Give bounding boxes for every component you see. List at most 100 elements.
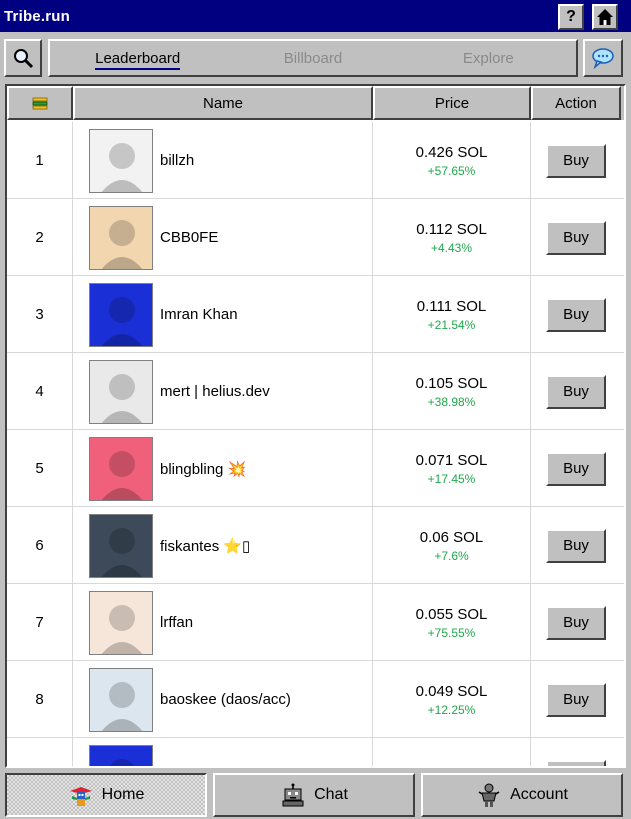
rank-cell: 6 [7, 507, 73, 584]
action-cell: Buy [531, 507, 621, 584]
bottom-nav: Home Chat Account [0, 770, 631, 819]
buy-button[interactable]: Buy [546, 220, 606, 255]
price-change: +57.65% [427, 163, 476, 178]
action-cell: Buy [531, 430, 621, 507]
rank-cell: 1 [7, 122, 73, 199]
rank-cell [7, 738, 73, 766]
buy-button[interactable]: Buy [546, 297, 606, 332]
bald-man-avatar [101, 373, 143, 423]
action-header[interactable]: Action [531, 86, 621, 120]
avatar[interactable] [89, 205, 153, 270]
price-change: +75.55% [427, 625, 476, 640]
price-value: 0.112 SOL [416, 220, 487, 238]
chat-tab-button[interactable]: Chat [213, 773, 415, 817]
table-header: Name Price Action [7, 86, 624, 120]
table-row[interactable]: 5 blingbling 💥 0.071 SOL +17.45% Buy [7, 430, 624, 507]
name-cell: lrffan [73, 584, 373, 661]
price-cell: 0.071 SOL +17.45% [373, 430, 531, 507]
rank-cell: 2 [7, 199, 73, 276]
table-row[interactable]: 3 Imran Khan 0.111 SOL +21.54% Buy [7, 276, 624, 353]
username[interactable]: mert | helius.dev [160, 383, 270, 400]
name-cell: CBB0FE [73, 199, 373, 276]
rank-cell: 4 [7, 353, 73, 430]
home-window-button[interactable] [592, 4, 618, 30]
avatar[interactable] [89, 436, 153, 501]
username[interactable]: billzh [160, 152, 194, 169]
cartoon-duo-avatar [101, 450, 143, 500]
price-value: 0.071 SOL [415, 451, 488, 469]
rank-cell: 5 [7, 430, 73, 507]
buy-button[interactable] [546, 759, 606, 766]
avatar[interactable] [89, 128, 153, 193]
price-change: +21.54% [427, 317, 476, 332]
help-button[interactable]: ? [558, 4, 584, 30]
tab-billboard[interactable]: Billboard [225, 50, 400, 67]
title-bar: Tribe.run ? [0, 0, 631, 34]
price-cell: 0.426 SOL +57.65% [373, 122, 531, 199]
avatar[interactable] [89, 590, 153, 655]
app-title: Tribe.run [4, 7, 70, 25]
house-icon [597, 9, 613, 25]
username[interactable]: fiskantes ⭐▯ [160, 537, 250, 555]
table-row[interactable]: 2 CBB0FE 0.112 SOL +4.43% Buy [7, 199, 624, 276]
price-change: +17.45% [427, 471, 476, 486]
price-cell: 0.06 SOL +7.6% [373, 507, 531, 584]
price-cell: 0.105 SOL +38.98% [373, 353, 531, 430]
username[interactable]: blingbling 💥 [160, 460, 246, 478]
tab-bar: Leaderboard Billboard Explore [48, 39, 578, 77]
avatar[interactable] [89, 513, 153, 578]
speech-bubble-icon [592, 48, 614, 69]
villain-avatar [101, 527, 143, 577]
table-row[interactable]: 7 lrffan 0.055 SOL +75.55% Buy [7, 584, 624, 661]
table-row[interactable]: 6 fiskantes ⭐▯ 0.06 SOL +7.6% Buy [7, 507, 624, 584]
girl-avatar [101, 681, 143, 731]
search-button[interactable] [4, 39, 42, 77]
tab-explore[interactable]: Explore [401, 50, 576, 67]
price-cell: 0.049 SOL +12.25% [373, 661, 531, 738]
help-icon: ? [566, 8, 576, 25]
buy-button[interactable]: Buy [546, 143, 606, 178]
nav-row: Leaderboard Billboard Explore [0, 36, 631, 82]
purple-cat-avatar [101, 142, 143, 192]
magnifier-icon [14, 49, 34, 69]
price-value: 0.045 SOL [416, 767, 488, 769]
table-row[interactable]: 4 mert | helius.dev 0.105 SOL +38.98% Buy [7, 353, 624, 430]
buy-button[interactable]: Buy [546, 374, 606, 409]
username[interactable]: CBB0FE [160, 229, 218, 246]
price-change: +4.43% [430, 240, 473, 255]
table-row[interactable]: 8 baoskee (daos/acc) 0.049 SOL +12.25% Buy [7, 661, 624, 738]
username[interactable]: Imran Khan [160, 306, 238, 323]
buy-button[interactable]: Buy [546, 682, 606, 717]
rank-cell: 3 [7, 276, 73, 353]
action-cell: Buy [531, 122, 621, 199]
price-change: +12.25% [427, 702, 476, 717]
table-body: 1 billzh 0.426 SOL +57.65% Buy 2 CBB0FE 0.112 S… [7, 122, 624, 769]
price-cell: 0.111 SOL +21.54% [373, 276, 531, 353]
avatar[interactable] [89, 282, 153, 347]
table-row[interactable]: 0.045 SOL [7, 738, 624, 769]
table-row[interactable]: 1 billzh 0.426 SOL +57.65% Buy [7, 122, 624, 199]
avatar[interactable] [89, 744, 153, 766]
rank-header[interactable] [7, 86, 73, 120]
username[interactable]: baoskee (daos/acc) [160, 691, 291, 708]
avatar[interactable] [89, 359, 153, 424]
rank-cell: 8 [7, 661, 73, 738]
buy-button[interactable]: Buy [546, 451, 606, 486]
price-header[interactable]: Price [373, 86, 531, 120]
name-header[interactable]: Name [73, 86, 373, 120]
username[interactable]: lrffan [160, 614, 193, 631]
account-tab-button[interactable]: Account [421, 773, 623, 817]
totem-icon [69, 787, 92, 806]
price-value: 0.049 SOL [415, 682, 488, 700]
home-tab-button[interactable]: Home [5, 773, 207, 817]
messages-button[interactable] [583, 39, 623, 77]
buy-button[interactable]: Buy [546, 528, 606, 563]
action-cell: Buy [531, 353, 621, 430]
buy-button[interactable]: Buy [546, 605, 606, 640]
name-cell [73, 738, 373, 766]
price-value: 0.105 SOL [415, 374, 488, 392]
action-cell: Buy [531, 661, 621, 738]
avatar[interactable] [89, 667, 153, 732]
tab-leaderboard[interactable]: Leaderboard [50, 49, 225, 70]
price-change: +7.6% [434, 548, 469, 563]
